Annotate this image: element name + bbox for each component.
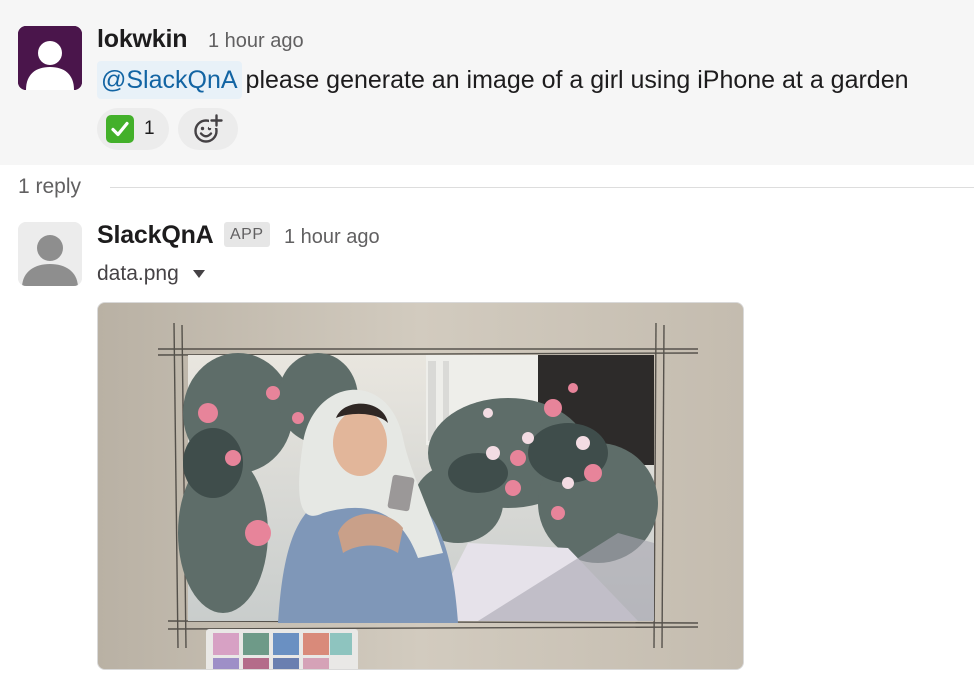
file-name: data.png	[97, 262, 179, 285]
reaction-count: 1	[144, 118, 155, 139]
caret-down-icon	[192, 270, 205, 278]
generated-image	[98, 303, 743, 669]
file-toggle[interactable]: data.png	[97, 262, 205, 286]
avatar[interactable]	[18, 26, 82, 90]
user-silhouette-icon	[18, 26, 82, 90]
default-user-icon	[18, 222, 82, 286]
parent-message: lokwkin 1 hour ago @SlackQnA please gener…	[0, 0, 974, 165]
message-timestamp[interactable]: 1 hour ago	[208, 30, 304, 53]
reply-count: 1 reply	[18, 175, 82, 198]
add-reaction-button[interactable]	[178, 108, 238, 150]
white-check-mark-icon	[106, 115, 134, 143]
sender-name[interactable]: lokwkin	[97, 25, 187, 54]
user-mention[interactable]: @SlackQnA	[97, 61, 242, 99]
sender-name[interactable]: SlackQnA	[97, 221, 214, 250]
add-emoji-icon	[194, 113, 224, 143]
thread-view: lokwkin 1 hour ago @SlackQnA please gener…	[0, 0, 974, 694]
message-text: @SlackQnA please generate an image of a g…	[97, 61, 909, 99]
image-attachment[interactable]	[97, 302, 744, 670]
reaction-pill[interactable]: 1	[97, 108, 169, 150]
divider	[110, 187, 974, 188]
app-badge: APP	[224, 222, 270, 247]
message-timestamp[interactable]: 1 hour ago	[284, 226, 380, 249]
avatar[interactable]	[18, 222, 82, 286]
message-body: please generate an image of a girl using…	[245, 66, 909, 94]
